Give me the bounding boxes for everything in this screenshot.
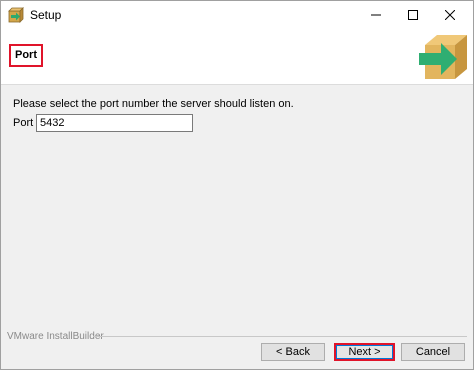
back-button[interactable]: < Back <box>261 343 325 361</box>
footer-divider <box>93 336 467 337</box>
page-title: Port <box>9 44 43 67</box>
instruction-text: Please select the port number the server… <box>13 98 294 110</box>
installer-box-arrow-icon <box>419 35 467 79</box>
app-icon <box>8 7 24 23</box>
title-bar: Setup <box>1 1 473 29</box>
page-header: Port <box>1 29 473 85</box>
installer-brand: VMware InstallBuilder <box>7 331 104 342</box>
port-label: Port <box>13 117 34 129</box>
setup-window: Setup Port Please select the port number… <box>0 0 474 370</box>
next-button[interactable]: Next > <box>334 343 395 361</box>
minimize-icon <box>371 14 381 16</box>
close-icon <box>445 10 455 20</box>
port-input[interactable] <box>36 114 193 132</box>
cancel-button[interactable]: Cancel <box>401 343 465 361</box>
close-button[interactable] <box>427 1 473 29</box>
maximize-icon <box>408 10 418 20</box>
next-button-label: Next > <box>336 345 393 359</box>
window-title: Setup <box>30 8 62 22</box>
